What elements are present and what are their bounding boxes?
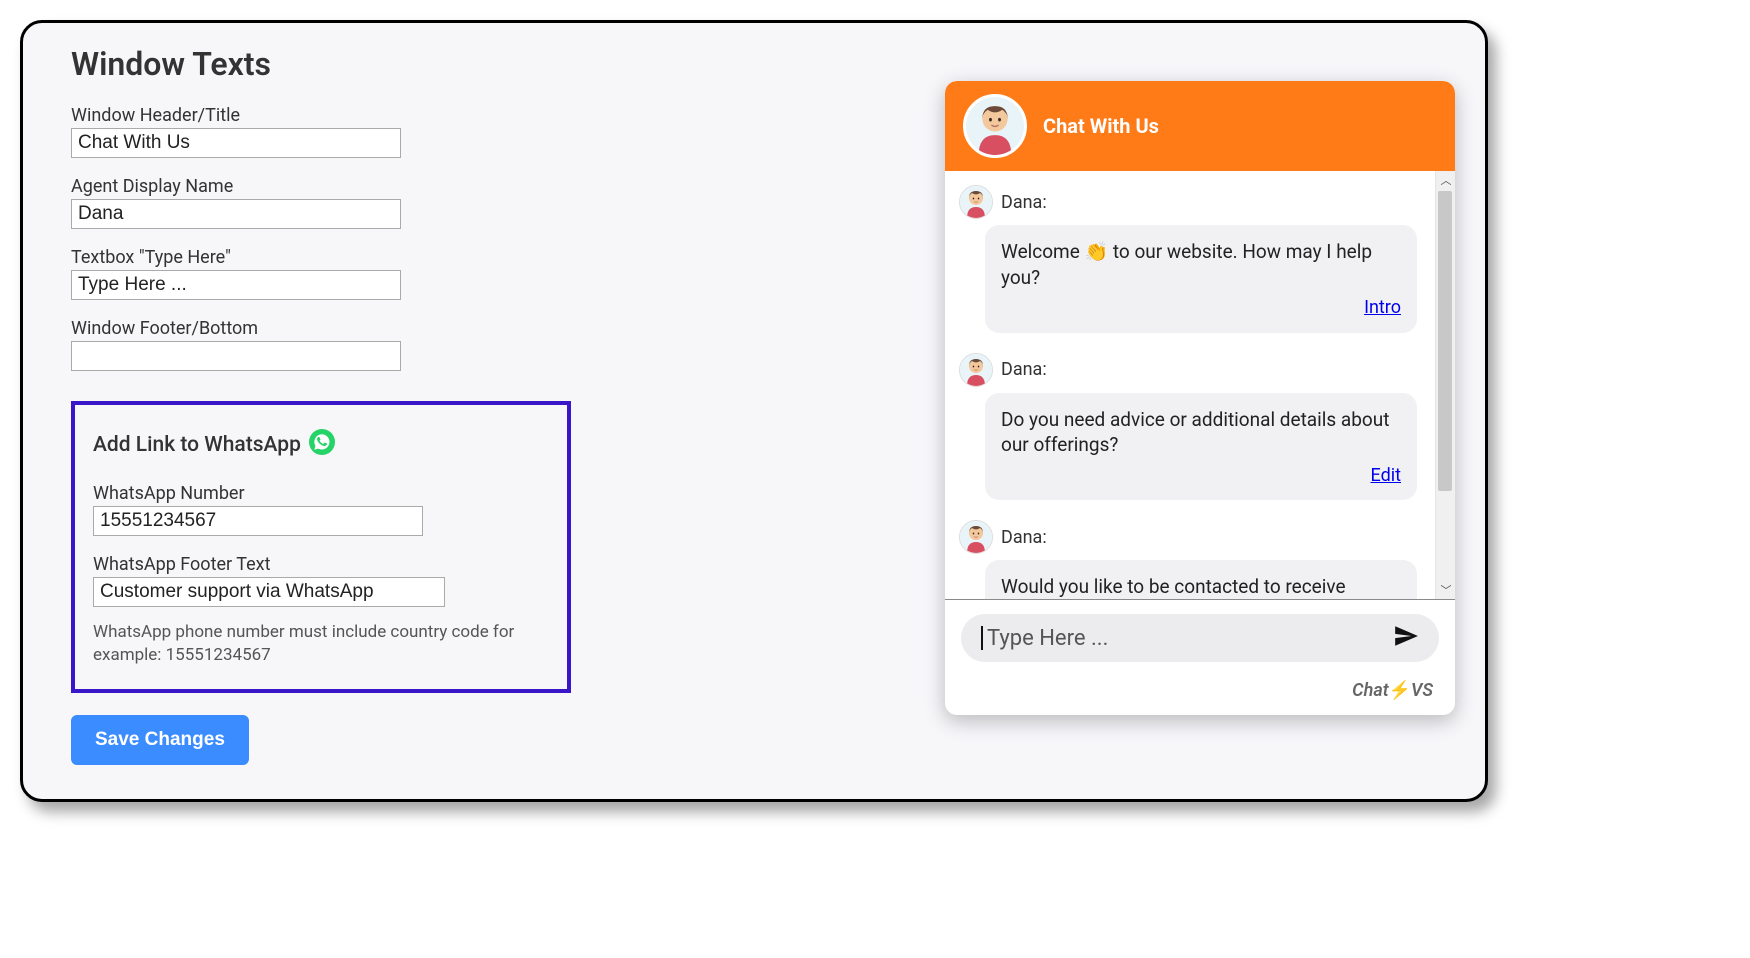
header-avatar: [963, 94, 1027, 158]
chat-input[interactable]: Type Here ...: [961, 614, 1439, 662]
brand-text: Chat: [1352, 680, 1388, 701]
chat-message: Dana: Do you need advice or additional d…: [959, 353, 1451, 501]
agent-name-label: Agent Display Name: [71, 176, 631, 197]
message-bubble: Welcome 👏 to our website. How may I help…: [985, 225, 1417, 333]
whatsapp-footertext-label: WhatsApp Footer Text: [93, 554, 549, 575]
window-texts-panel: Window Texts Window Header/Title Agent D…: [71, 45, 631, 765]
message-text: Would you like to be contacted to receiv…: [1001, 575, 1346, 598]
chat-message: Dana: Welcome 👏 to our website. How may …: [959, 185, 1451, 333]
chat-input-placeholder: Type Here ...: [987, 626, 1108, 651]
agent-name-input[interactable]: [71, 199, 401, 229]
chat-body: Dana: Welcome 👏 to our website. How may …: [945, 171, 1455, 599]
agent-name-label: Dana:: [1001, 359, 1047, 380]
agent-name-label: Dana:: [1001, 527, 1047, 548]
message-bubble: Do you need advice or additional details…: [985, 393, 1417, 501]
header-title-input[interactable]: [71, 128, 401, 158]
brand-suffix: VS: [1411, 680, 1433, 701]
message-action-link[interactable]: Edit: [1001, 464, 1401, 488]
whatsapp-helper-text: WhatsApp phone number must include count…: [93, 621, 549, 667]
chat-header: Chat With Us: [945, 81, 1455, 171]
agent-name-label: Dana:: [1001, 192, 1047, 213]
bolt-icon: ⚡: [1389, 680, 1411, 701]
agent-avatar: [959, 520, 993, 554]
footer-label: Window Footer/Bottom: [71, 318, 631, 339]
chat-input-area: Type Here ...: [945, 599, 1455, 670]
whatsapp-section: Add Link to WhatsApp WhatsApp Number Wha…: [71, 401, 571, 693]
chat-footer-brand: Chat⚡VS: [945, 670, 1455, 715]
chat-preview: Chat With Us Dana: Welcome 👏 to our webs…: [945, 81, 1455, 715]
whatsapp-heading: Add Link to WhatsApp: [93, 429, 549, 461]
chat-message: Dana: Would you like to be contacted to …: [959, 520, 1451, 599]
text-cursor: [981, 626, 983, 650]
save-changes-button[interactable]: Save Changes: [71, 715, 249, 765]
whatsapp-heading-text: Add Link to WhatsApp: [93, 433, 301, 457]
send-icon[interactable]: [1393, 623, 1419, 653]
placeholder-label: Textbox "Type Here": [71, 247, 631, 268]
settings-frame: Window Texts Window Header/Title Agent D…: [20, 20, 1488, 802]
agent-avatar: [959, 353, 993, 387]
page-title: Window Texts: [71, 45, 631, 83]
message-bubble: Would you like to be contacted to receiv…: [985, 560, 1417, 599]
chat-header-title: Chat With Us: [1043, 114, 1159, 138]
message-text: Welcome 👏 to our website. How may I help…: [1001, 240, 1372, 289]
message-text: Do you need advice or additional details…: [1001, 408, 1389, 457]
agent-avatar: [959, 185, 993, 219]
header-title-label: Window Header/Title: [71, 105, 631, 126]
scrollbar[interactable]: ︿ ﹀: [1435, 171, 1455, 599]
whatsapp-icon: [309, 429, 335, 461]
whatsapp-number-input[interactable]: [93, 506, 423, 536]
scroll-thumb[interactable]: [1438, 191, 1452, 491]
scroll-down-icon[interactable]: ﹀: [1437, 581, 1455, 599]
whatsapp-number-label: WhatsApp Number: [93, 483, 549, 504]
whatsapp-footertext-input[interactable]: [93, 577, 445, 607]
message-action-link[interactable]: Intro: [1001, 296, 1401, 320]
placeholder-input[interactable]: [71, 270, 401, 300]
scroll-up-icon[interactable]: ︿: [1437, 171, 1455, 189]
footer-input[interactable]: [71, 341, 401, 371]
